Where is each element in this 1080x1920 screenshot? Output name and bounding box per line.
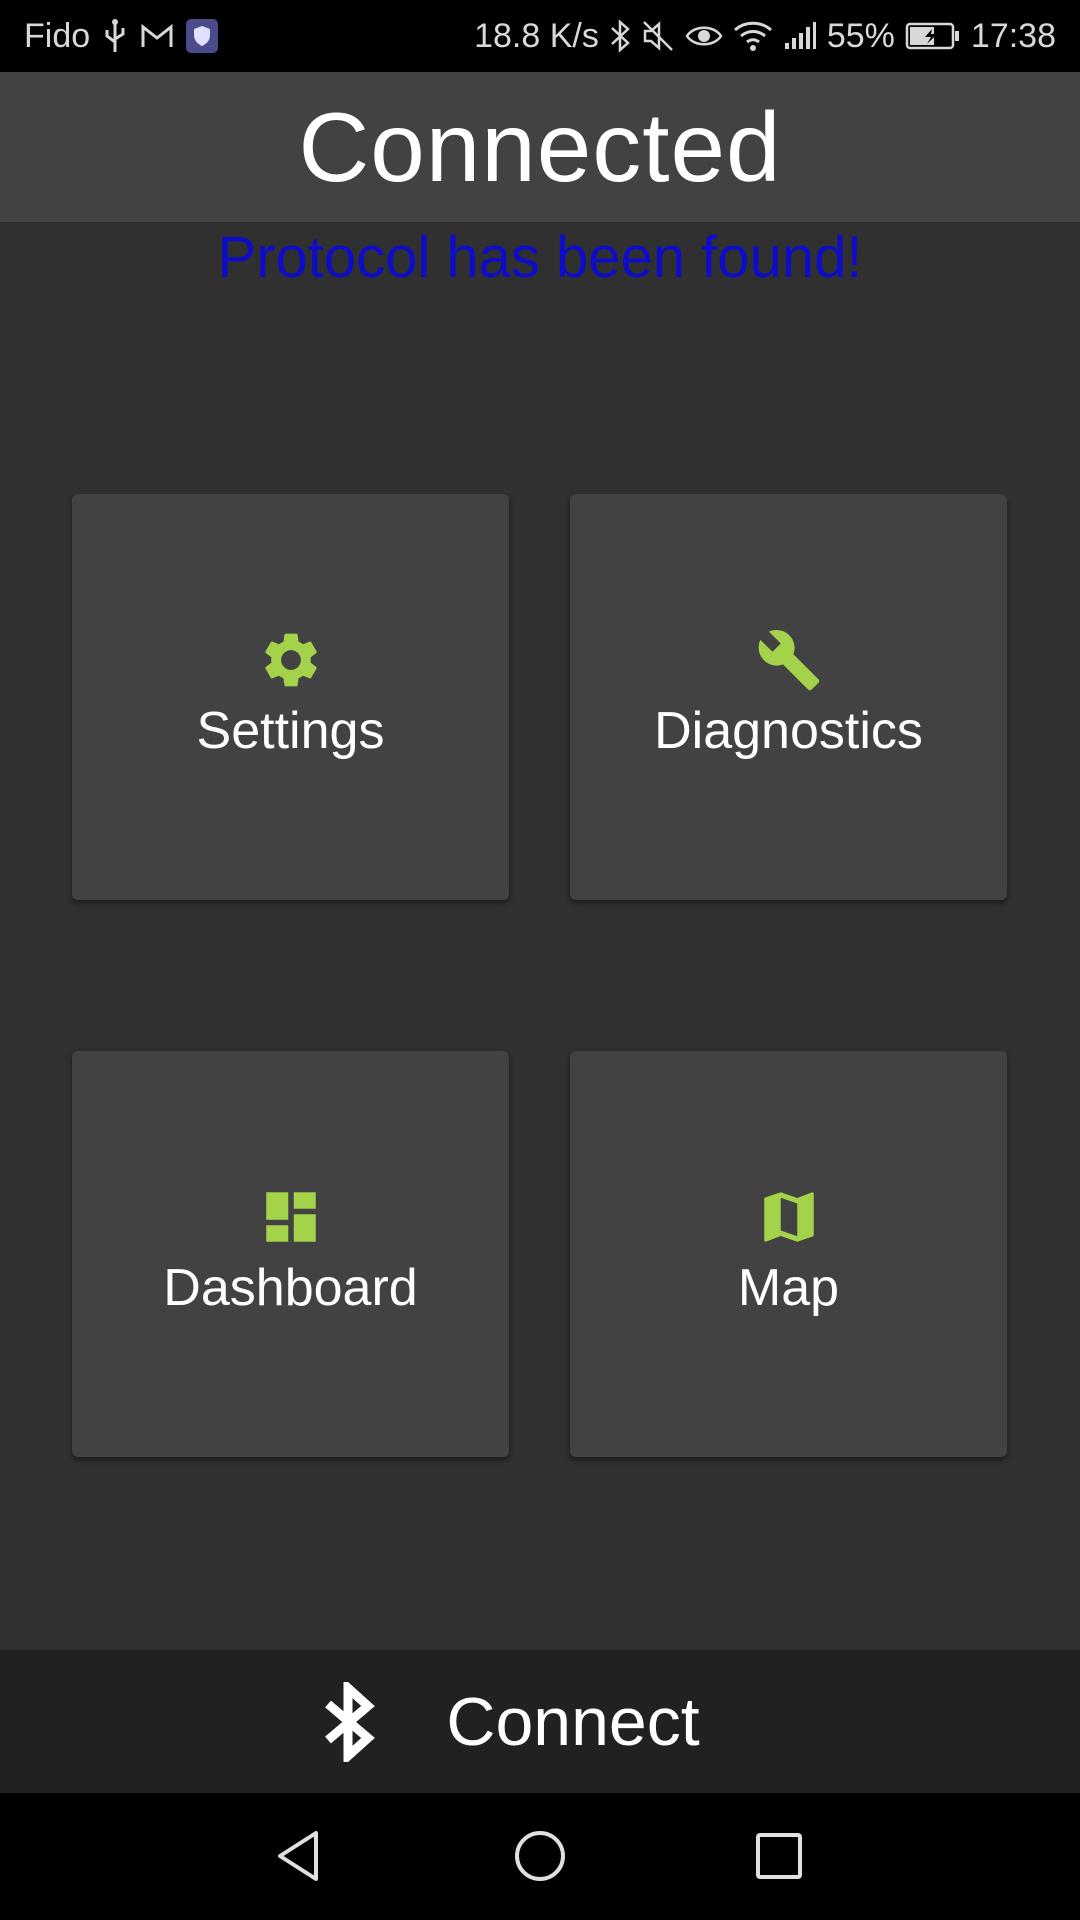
gmail-icon	[140, 23, 174, 49]
clock: 17:38	[970, 16, 1056, 55]
navigation-bar	[0, 1793, 1080, 1920]
bluetooth-icon	[609, 19, 631, 53]
home-icon[interactable]	[507, 1823, 573, 1889]
connect-label: Connect	[446, 1683, 700, 1760]
status-bar: Fido 18.8 K/s 55% 17:38	[0, 0, 1080, 72]
connect-button[interactable]: Connect	[0, 1650, 1080, 1793]
protocol-status-message: Protocol has been found!	[217, 225, 863, 290]
battery-charging-icon	[905, 21, 961, 51]
back-icon[interactable]	[268, 1823, 334, 1889]
title-bar: Connected	[0, 72, 1080, 222]
settings-tile-button[interactable]: Settings	[72, 494, 509, 900]
net-speed: 18.8 K/s	[474, 16, 599, 55]
recents-icon[interactable]	[746, 1823, 812, 1889]
battery-percent: 55%	[826, 16, 895, 55]
page-title: Connected	[298, 91, 782, 202]
mute-icon	[641, 19, 675, 53]
diagnostics-label: Diagnostics	[654, 702, 923, 760]
map-tile-button[interactable]: Map	[570, 1051, 1007, 1457]
bluetooth-icon	[325, 1681, 376, 1762]
dashboard-tile-button[interactable]: Dashboard	[72, 1051, 509, 1457]
gear-icon	[264, 633, 317, 687]
map-icon	[763, 1192, 814, 1242]
diagnostics-tile-button[interactable]: Diagnostics	[570, 494, 1007, 900]
map-label: Map	[737, 1259, 840, 1317]
wifi-icon	[733, 20, 773, 52]
shield-app-icon	[186, 19, 219, 53]
dashboard-icon	[265, 1192, 316, 1242]
carrier-name: Fido	[24, 16, 91, 55]
dashboard-label: Dashboard	[163, 1259, 418, 1317]
eye-icon	[685, 22, 723, 50]
wrench-icon	[758, 630, 819, 691]
settings-label: Settings	[196, 702, 385, 760]
signal-icon	[783, 21, 817, 51]
usb-icon	[102, 18, 128, 54]
